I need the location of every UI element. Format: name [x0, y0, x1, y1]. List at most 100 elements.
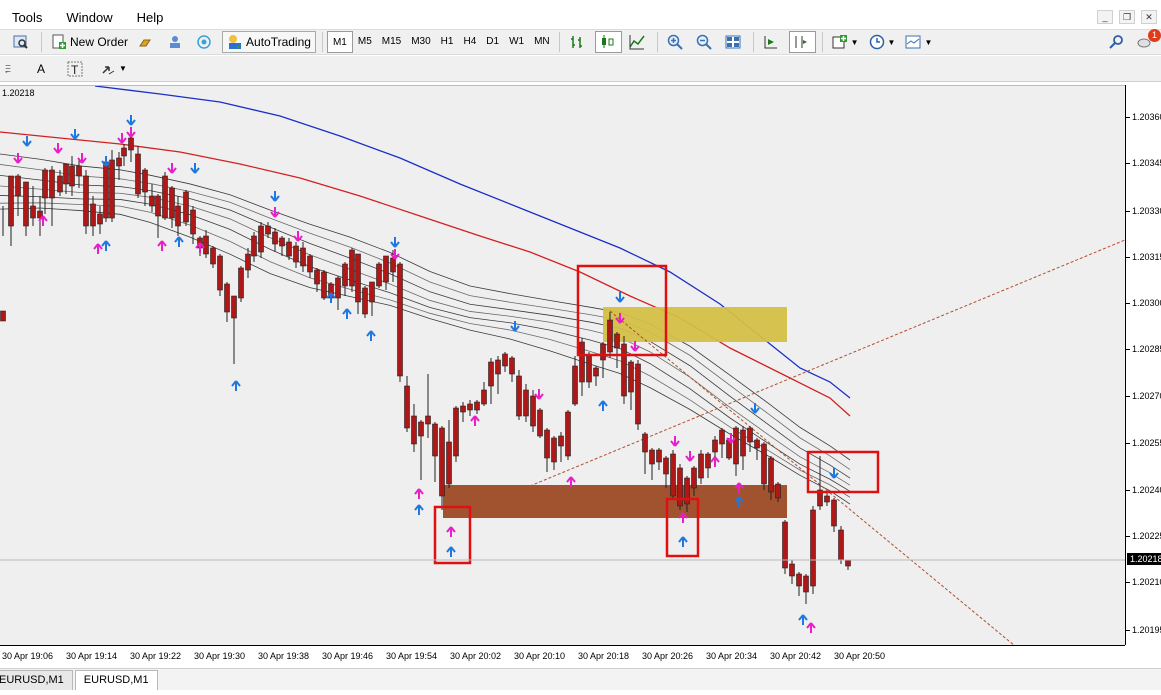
arrow-up-icon — [174, 236, 184, 247]
current-price-label: 1.20218 — [1127, 553, 1161, 565]
bearish-candle — [418, 421, 424, 437]
time-label: 30 Apr 19:46 — [322, 651, 374, 661]
bearish-candle — [335, 277, 341, 299]
arrow-up-icon — [414, 488, 424, 499]
period-m15[interactable]: M15 — [377, 31, 406, 53]
restore-icon[interactable]: ❐ — [1119, 10, 1135, 24]
menu-window[interactable]: Window — [54, 10, 124, 25]
bearish-candle — [57, 175, 63, 193]
time-label: 30 Apr 20:18 — [578, 651, 630, 661]
arrow-down-icon — [670, 436, 680, 447]
bearish-candle — [740, 429, 746, 457]
price-chart[interactable]: 1.20218 — [0, 85, 1125, 645]
tile-windows-icon[interactable] — [722, 31, 747, 53]
price-label: 1.20315 — [1132, 252, 1161, 262]
search-icon[interactable] — [1105, 31, 1130, 53]
periods-clock-icon[interactable]: ▼ — [866, 31, 899, 53]
notifications-icon[interactable]: 1 — [1134, 29, 1161, 53]
arrow-down-icon — [126, 115, 136, 126]
bearish-candle — [272, 231, 278, 245]
new-order-button[interactable]: New Order — [48, 31, 131, 53]
bearish-candle — [705, 453, 711, 469]
menu-tools[interactable]: Tools — [0, 10, 54, 25]
period-h1[interactable]: H1 — [436, 31, 459, 53]
new-order-label: New Order — [70, 35, 129, 49]
arrow-down-icon — [510, 321, 520, 332]
bearish-candle — [258, 225, 264, 253]
chart-canvas[interactable] — [0, 86, 1125, 645]
bearish-candle — [495, 359, 501, 375]
period-m5[interactable]: M5 — [353, 31, 377, 53]
zoom-in-icon[interactable] — [664, 31, 689, 53]
price-tick — [1126, 443, 1130, 444]
period-w1[interactable]: W1 — [504, 31, 529, 53]
time-label: 30 Apr 20:50 — [834, 651, 886, 661]
notification-badge: 1 — [1148, 29, 1161, 42]
signal-icon[interactable] — [193, 31, 218, 53]
arrow-up-icon — [598, 400, 608, 411]
period-d1[interactable]: D1 — [481, 31, 504, 53]
line-chart-icon[interactable] — [626, 31, 651, 53]
indicators-icon[interactable]: ▼ — [829, 31, 862, 53]
period-m1[interactable]: M1 — [326, 31, 353, 53]
bearish-candle — [103, 161, 109, 219]
tab-eurusd-m1-active[interactable]: EURUSD,M1 — [74, 670, 158, 690]
arrow-down-icon — [534, 389, 544, 400]
bearish-candle — [656, 449, 662, 463]
bearish-candle — [404, 385, 410, 429]
bearish-candle — [439, 427, 445, 497]
candlestick-chart-icon[interactable] — [594, 31, 622, 53]
bearish-candle — [142, 169, 148, 193]
bearish-candle — [453, 407, 459, 457]
bearish-candle — [761, 443, 767, 485]
arrows-tool-icon[interactable]: ▼ — [97, 58, 130, 80]
arrow-up-icon — [710, 456, 720, 467]
period-h4[interactable]: H4 — [458, 31, 481, 53]
bearish-candle — [733, 427, 739, 465]
menu-help[interactable]: Help — [125, 10, 176, 25]
bearish-candle — [162, 175, 168, 219]
auto-scroll-icon[interactable] — [760, 31, 785, 53]
bearish-candle — [593, 367, 599, 377]
chart-shift-icon[interactable] — [788, 31, 816, 53]
arrow-down-icon — [390, 237, 400, 248]
arrow-down-icon — [101, 156, 111, 167]
bearish-candle — [397, 263, 403, 377]
zoom-out-icon[interactable] — [693, 31, 718, 53]
bearish-candle — [558, 435, 564, 447]
chart-tabs: EURUSD,M1 EURUSD,M1 — [0, 668, 1161, 690]
trendline-rising[interactable] — [529, 239, 1125, 487]
supply-zone[interactable] — [603, 307, 787, 342]
arrow-down-icon — [750, 403, 760, 414]
text-label-icon[interactable]: T — [64, 58, 89, 80]
arrow-up-icon — [231, 380, 241, 391]
price-label: 1.20240 — [1132, 485, 1161, 495]
toolbar-separator — [656, 32, 658, 52]
period-m30[interactable]: M30 — [406, 31, 435, 53]
bearish-candle — [614, 333, 620, 349]
autotrading-button[interactable]: AutoTrading — [222, 31, 316, 53]
bearish-candle — [42, 169, 48, 199]
bearish-candle — [23, 181, 29, 227]
arrow-up-icon — [806, 622, 816, 633]
price-tick — [1126, 396, 1130, 397]
close-icon[interactable]: ✕ — [1141, 10, 1157, 24]
highlight-box-right[interactable] — [806, 450, 880, 494]
bar-chart-icon[interactable] — [566, 31, 591, 53]
arrow-up-icon — [366, 330, 376, 341]
gold-bars-icon[interactable] — [135, 31, 160, 53]
templates-icon[interactable]: ▼ — [902, 31, 935, 53]
tab-eurusd-m1-first[interactable]: EURUSD,M1 — [0, 670, 73, 690]
period-mn[interactable]: MN — [529, 31, 555, 53]
bearish-candle — [670, 453, 676, 497]
text-tool-button[interactable]: A — [30, 58, 52, 80]
bearish-candle — [183, 191, 189, 223]
arrow-down-icon — [22, 136, 32, 147]
navigator-icon[interactable] — [164, 31, 189, 53]
minimize-icon[interactable]: _ — [1097, 10, 1113, 24]
time-label: 30 Apr 19:30 — [194, 651, 246, 661]
bearish-candle — [824, 495, 830, 503]
profiles-icon[interactable] — [10, 31, 35, 53]
price-label: 1.20300 — [1132, 298, 1161, 308]
fibonacci-icon[interactable]: F — [2, 58, 14, 80]
